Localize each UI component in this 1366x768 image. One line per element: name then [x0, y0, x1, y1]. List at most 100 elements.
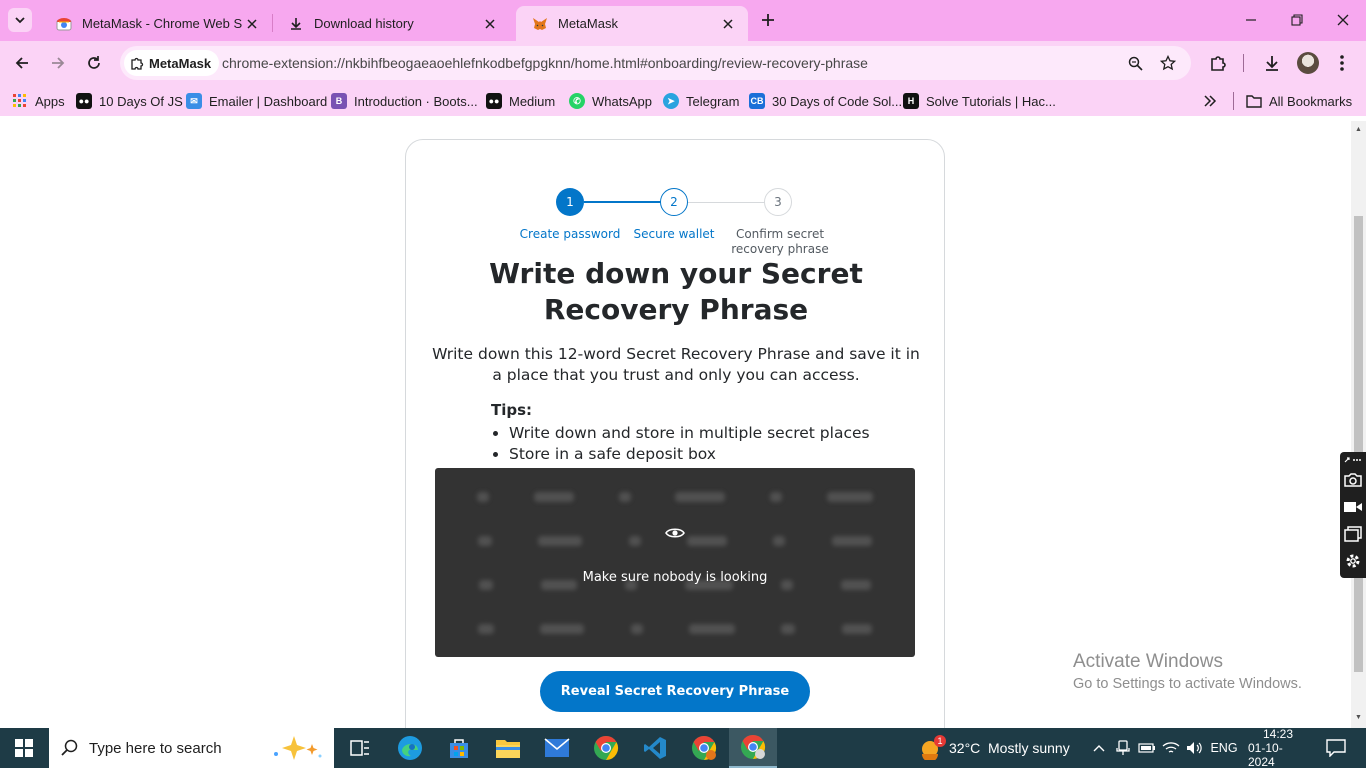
bookmark-telegram[interactable]: ➤ Telegram	[663, 91, 739, 111]
notifications-button[interactable]	[1316, 728, 1356, 768]
start-button[interactable]	[0, 728, 48, 768]
chrome-icon	[741, 735, 766, 759]
wifi-icon[interactable]	[1160, 728, 1182, 768]
taskbar-search-box[interactable]: Type here to search	[49, 728, 334, 768]
windows-stack-icon[interactable]	[1343, 524, 1363, 544]
tips-list: Write down and store in multiple secret …	[509, 423, 870, 465]
bookmark-star-icon[interactable]	[1158, 53, 1178, 73]
close-tab-icon[interactable]	[480, 14, 500, 34]
close-window-button[interactable]	[1320, 0, 1366, 40]
extension-puzzle-icon	[1211, 56, 1226, 71]
bookmark-emailer-dashboard[interactable]: ✉ Emailer | Dashboard	[186, 91, 327, 111]
tip-item: Store in a safe deposit box	[509, 444, 870, 465]
profile-button[interactable]	[1294, 49, 1322, 77]
page-content: 1 2 3 Create password Secure wallet Conf…	[0, 121, 1351, 728]
task-view-icon	[350, 740, 369, 756]
taskbar-vscode[interactable]	[631, 728, 679, 768]
blurred-phrase-row	[455, 492, 895, 502]
meet-now-icon[interactable]	[1112, 728, 1134, 768]
zoom-icon[interactable]	[1125, 53, 1145, 73]
scrollbar-thumb[interactable]	[1354, 216, 1363, 672]
downloads-button[interactable]	[1258, 49, 1286, 77]
folder-icon	[496, 740, 520, 758]
bookmark-label: Solve Tutorials | Hac...	[926, 93, 1056, 109]
tab-chrome-web-store[interactable]: MetaMask - Chrome Web Store	[40, 6, 272, 41]
page-title-line-2: Recovery Phrase	[543, 293, 809, 326]
description-text: Write down this 12-word Secret Recovery …	[432, 345, 920, 384]
link-more-icon[interactable]	[1343, 453, 1363, 467]
taskbar-chrome[interactable]	[582, 728, 630, 768]
bookmark-30-days-of-code[interactable]: CB 30 Days of Code Sol...	[749, 91, 902, 111]
step-3-label: Confirm secret recovery phrase	[731, 227, 829, 256]
bookmarks-overflow-button[interactable]	[1203, 91, 1217, 111]
bookmark-bootstrap[interactable]: B Introduction · Boots...	[331, 91, 478, 111]
scroll-down-arrow-icon[interactable]: ▼	[1354, 713, 1363, 722]
plus-icon	[762, 14, 774, 26]
step-2-label: Secure wallet	[633, 227, 715, 241]
bookmark-hackerrank[interactable]: H Solve Tutorials | Hac...	[903, 91, 1056, 111]
codebook-icon: CB	[749, 93, 765, 109]
tab-strip: MetaMask - Chrome Web Store Download his…	[0, 0, 1366, 41]
bookmark-apps[interactable]: Apps	[12, 91, 65, 111]
camera-icon[interactable]	[1343, 470, 1363, 490]
tips-title: Tips:	[491, 401, 533, 419]
address-bar[interactable]: MetaMask chrome-extension://nkbihfbeogae…	[120, 46, 1191, 80]
taskbar-chrome-active[interactable]	[729, 728, 777, 768]
arrow-left-icon	[15, 57, 28, 69]
bookmark-label: Introduction · Boots...	[354, 93, 478, 109]
tab-title: Download history	[314, 16, 414, 31]
taskbar-edge[interactable]	[386, 728, 434, 768]
store-icon	[450, 739, 468, 758]
chrome-web-store-icon	[56, 16, 72, 32]
bootstrap-icon: B	[331, 93, 347, 109]
forward-button[interactable]	[44, 49, 72, 77]
reveal-secret-phrase-button[interactable]: Reveal Secret Recovery Phrase	[540, 671, 810, 712]
site-info-chip[interactable]: MetaMask	[124, 50, 220, 76]
video-camera-icon[interactable]	[1343, 497, 1363, 517]
privacy-warning-text: Make sure nobody is looking	[582, 570, 768, 585]
download-icon	[1266, 56, 1278, 71]
bookmark-whatsapp[interactable]: ✆ WhatsApp	[569, 91, 652, 111]
back-button[interactable]	[8, 49, 36, 77]
bookmarks-bar: Apps ●● 10 Days Of JS ✉ Emailer | Dashbo…	[0, 85, 1366, 116]
restore-button[interactable]	[1274, 0, 1320, 40]
bookmark-10-days-of-js[interactable]: ●● 10 Days Of JS	[76, 91, 183, 111]
tab-download-history[interactable]: Download history	[272, 6, 510, 41]
taskbar-microsoft-store[interactable]	[435, 728, 483, 768]
battery-icon[interactable]	[1136, 728, 1158, 768]
bookmark-medium[interactable]: ●● Medium	[486, 91, 555, 111]
taskbar-chrome-profile[interactable]	[680, 728, 728, 768]
gear-icon[interactable]	[1343, 551, 1363, 571]
step-1-circle: 1	[556, 188, 584, 216]
weather-widget[interactable]: 1 32°C Mostly sunny	[914, 728, 1074, 768]
clock[interactable]: 14:23 01-10-2024	[1248, 727, 1308, 768]
extension-puzzle-icon	[131, 57, 144, 70]
scroll-up-arrow-icon[interactable]: ▲	[1354, 125, 1363, 134]
close-tab-icon[interactable]	[242, 14, 262, 34]
volume-icon[interactable]	[1184, 728, 1206, 768]
language-indicator[interactable]: ENG	[1208, 728, 1240, 768]
mail-icon	[544, 738, 570, 757]
browser-menu-button[interactable]	[1328, 49, 1356, 77]
page-scrollbar[interactable]: ▲ ▼	[1351, 121, 1366, 728]
minimize-button[interactable]	[1228, 0, 1274, 40]
close-tab-icon[interactable]	[718, 14, 738, 34]
bookmark-label: Telegram	[686, 93, 740, 109]
show-hidden-icons-button[interactable]	[1088, 728, 1110, 768]
taskbar-mail[interactable]	[533, 728, 581, 768]
tab-search-button[interactable]	[8, 8, 32, 32]
url-text[interactable]: chrome-extension://nkbihfbeogaeaoehlefnk…	[222, 55, 868, 71]
task-view-button[interactable]	[336, 728, 384, 768]
reload-button[interactable]	[80, 49, 108, 77]
sparkle-icon	[274, 736, 322, 760]
extensions-button[interactable]	[1204, 49, 1232, 77]
search-icon	[61, 739, 78, 756]
chrome-icon	[594, 736, 619, 760]
close-icon	[1337, 14, 1349, 26]
medium-icon: ●●	[76, 93, 92, 109]
chevron-up-icon	[1093, 745, 1105, 752]
taskbar-file-explorer[interactable]	[484, 728, 532, 768]
tab-metamask[interactable]: MetaMask	[516, 6, 748, 41]
new-tab-button[interactable]	[756, 8, 780, 32]
all-bookmarks[interactable]: All Bookmarks	[1233, 91, 1352, 111]
